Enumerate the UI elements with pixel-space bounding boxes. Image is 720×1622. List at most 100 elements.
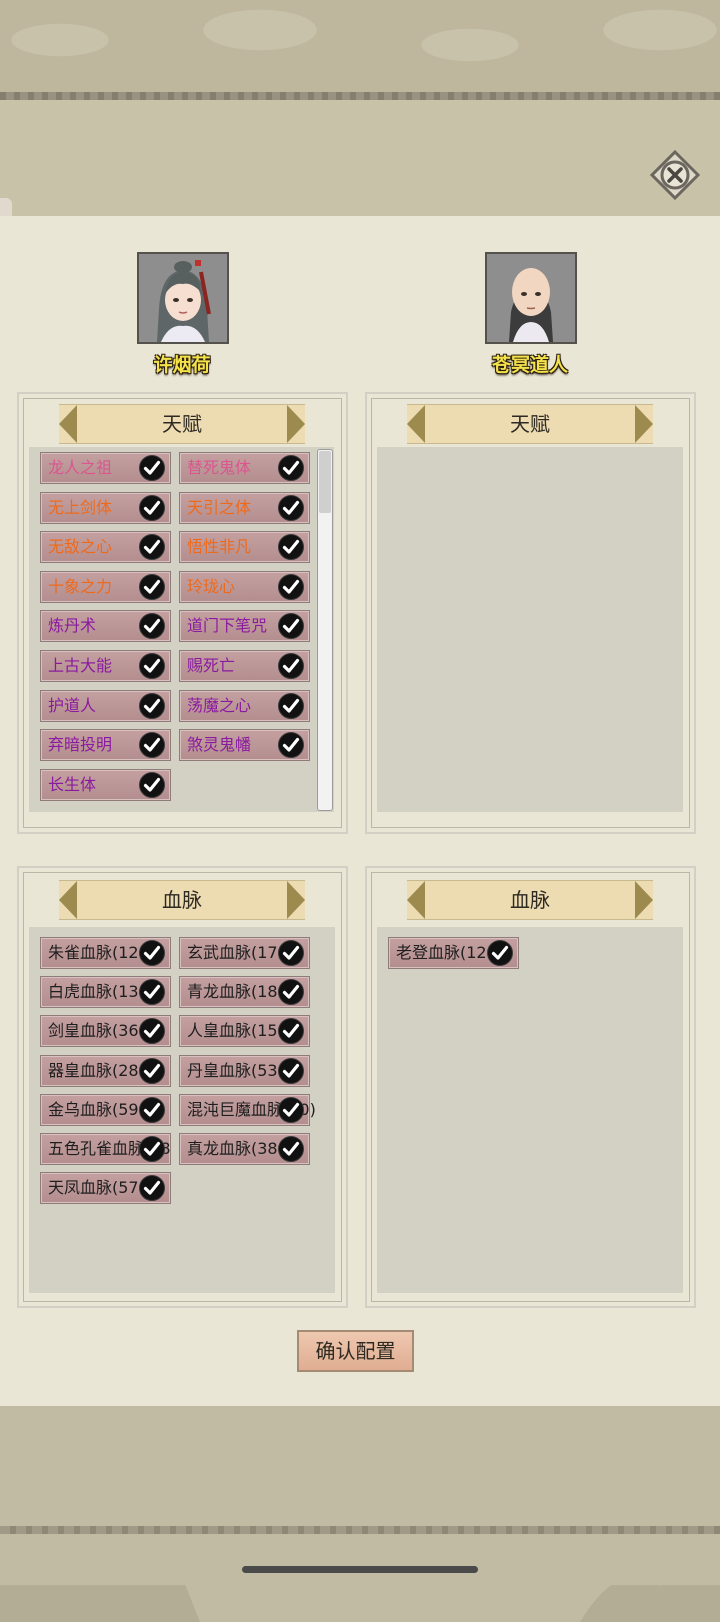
check-icon[interactable]: [277, 1135, 305, 1163]
check-icon[interactable]: [277, 652, 305, 680]
chip-label: 丹皇血脉(53: [187, 1060, 278, 1080]
check-icon[interactable]: [138, 652, 166, 680]
check-icon[interactable]: [486, 939, 514, 967]
bald-taoist-portrait: [487, 254, 575, 342]
talent-header-right: 天赋: [407, 404, 653, 444]
chip-left-talents[interactable]: 弃暗投明: [40, 729, 171, 762]
close-icon: [649, 149, 701, 201]
chip-label: 器皇血脉(28: [48, 1060, 139, 1080]
bloodline-header-right: 血脉: [407, 880, 653, 920]
check-icon[interactable]: [138, 454, 166, 482]
chip-left-talents[interactable]: 煞灵鬼幡: [179, 729, 310, 762]
check-icon[interactable]: [138, 533, 166, 561]
chip-left-talents[interactable]: 无敌之心: [40, 531, 171, 564]
chip-label: 赐死亡: [187, 656, 236, 675]
chip-left-bloodlines[interactable]: 天凤血脉(57: [40, 1172, 171, 1205]
check-icon[interactable]: [138, 1135, 166, 1163]
close-button[interactable]: [649, 149, 701, 201]
chip-left-talents[interactable]: 玲珑心: [179, 570, 310, 603]
chip-label: 炼丹术: [48, 616, 97, 636]
check-icon[interactable]: [277, 494, 305, 522]
check-icon[interactable]: [277, 612, 305, 640]
check-icon[interactable]: [277, 454, 305, 482]
chip-left-talents[interactable]: 炼丹术: [40, 610, 171, 643]
check-icon[interactable]: [277, 533, 305, 561]
check-icon[interactable]: [138, 978, 166, 1006]
bottom-torn-edge: [0, 1526, 720, 1534]
female-cultivator-portrait: [139, 254, 227, 342]
chip-label: 道门下笔咒: [187, 616, 268, 636]
chip-left-bloodlines[interactable]: 玄武血脉(17: [179, 937, 310, 969]
check-icon[interactable]: [138, 1017, 166, 1045]
chip-label: 煞灵鬼幡: [187, 735, 252, 755]
check-icon[interactable]: [277, 939, 305, 967]
chip-label: 剑皇血脉(36: [48, 1021, 139, 1041]
check-icon[interactable]: [138, 612, 166, 640]
check-icon[interactable]: [138, 1057, 166, 1085]
chip-left-bloodlines[interactable]: 青龙血脉(18: [179, 976, 310, 1009]
check-icon[interactable]: [277, 573, 305, 601]
chip-left-bloodlines[interactable]: 剑皇血脉(36: [40, 1015, 171, 1048]
chip-label: 天引之体: [187, 497, 252, 517]
chip-left-talents[interactable]: 赐死亡: [179, 650, 310, 682]
chip-left-talents[interactable]: 护道人: [40, 689, 171, 722]
chip-left-talents[interactable]: 龙人之祖: [40, 452, 171, 484]
chip-label: 金乌血脉(59: [48, 1099, 139, 1119]
chip-label: 替死鬼体: [187, 458, 252, 477]
check-icon[interactable]: [138, 731, 166, 759]
chip-left-talents[interactable]: 替死鬼体: [179, 452, 310, 484]
check-icon[interactable]: [277, 978, 305, 1006]
talent-scrollbar[interactable]: [317, 449, 333, 811]
check-icon[interactable]: [138, 494, 166, 522]
chip-left-bloodlines[interactable]: 五色孔雀血脉(68: [40, 1133, 171, 1165]
check-icon[interactable]: [138, 771, 166, 799]
chip-label: 十象之力: [48, 576, 113, 596]
chip-label: 真龙血脉(38: [187, 1139, 278, 1158]
chip-left-talents[interactable]: 上古大能: [40, 650, 171, 682]
chip-left-bloodlines[interactable]: 金乌血脉(59: [40, 1093, 171, 1126]
confirm-config-button[interactable]: 确认配置: [297, 1330, 414, 1372]
chip-label: 天凤血脉(57: [48, 1178, 139, 1198]
chip-left-talents[interactable]: 悟性非凡: [179, 531, 310, 564]
check-icon[interactable]: [277, 731, 305, 759]
character-name-left: 许烟荷: [153, 354, 211, 376]
check-icon[interactable]: [138, 1174, 166, 1202]
chip-left-talents[interactable]: 无上剑体: [40, 491, 171, 524]
avatar-right[interactable]: [485, 252, 577, 344]
top-decoration: [0, 0, 720, 100]
check-icon[interactable]: [277, 1057, 305, 1085]
chip-left-talents[interactable]: 道门下笔咒: [179, 610, 310, 643]
chip-label: 上古大能: [48, 656, 113, 675]
chip-label: 老登血脉(12: [396, 943, 487, 962]
talent-list-right: [377, 447, 683, 812]
chip-label: 无敌之心: [48, 537, 113, 557]
check-icon[interactable]: [277, 692, 305, 720]
avatar-left[interactable]: [137, 252, 229, 344]
bottom-zone: [0, 1406, 720, 1585]
chip-left-bloodlines[interactable]: 人皇血脉(15: [179, 1015, 310, 1048]
header-zone: [0, 100, 720, 216]
chip-label: 龙人之祖: [48, 458, 113, 477]
chip-left-talents[interactable]: 天引之体: [179, 491, 310, 524]
check-icon[interactable]: [277, 1017, 305, 1045]
chip-left-talents[interactable]: 长生体: [40, 768, 171, 801]
chip-left-bloodlines[interactable]: 朱雀血脉(12: [40, 937, 171, 969]
chip-left-bloodlines[interactable]: 混沌巨魔血脉(60): [179, 1093, 316, 1126]
chip-left-bloodlines[interactable]: 真龙血脉(38: [179, 1133, 310, 1165]
chip-left-bloodlines[interactable]: 白虎血脉(13: [40, 976, 171, 1009]
check-icon[interactable]: [277, 1096, 305, 1124]
talent-scrollbar-thumb[interactable]: [319, 451, 331, 513]
check-icon[interactable]: [138, 692, 166, 720]
check-icon[interactable]: [138, 573, 166, 601]
chip-left-bloodlines[interactable]: 丹皇血脉(53: [179, 1054, 310, 1087]
check-icon[interactable]: [138, 1096, 166, 1124]
chip-right-bloodlines[interactable]: 老登血脉(12: [388, 937, 519, 969]
top-torn-edge: [0, 92, 720, 100]
home-indicator[interactable]: [242, 1566, 478, 1573]
chip-left-bloodlines[interactable]: 器皇血脉(28: [40, 1054, 171, 1087]
chip-label: 朱雀血脉(12: [48, 943, 139, 962]
chip-left-talents[interactable]: 十象之力: [40, 570, 171, 603]
talent-header-left: 天赋: [59, 404, 305, 444]
chip-left-talents[interactable]: 荡魔之心: [179, 689, 310, 722]
check-icon[interactable]: [138, 939, 166, 967]
